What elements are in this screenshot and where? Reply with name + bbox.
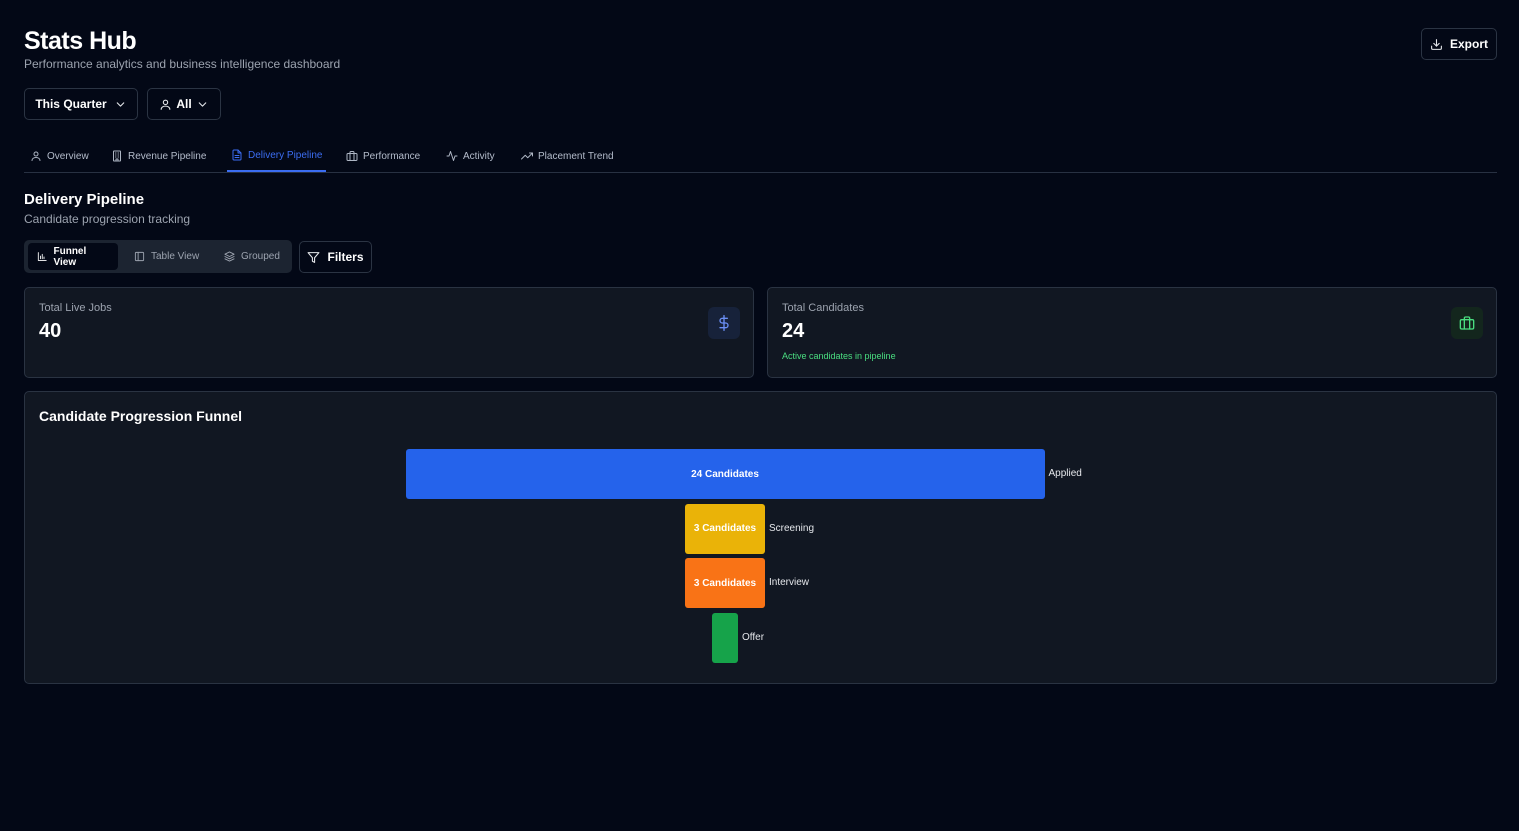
- owner-value: All: [176, 97, 192, 111]
- total-candidates-card: Total Candidates 24 Active candidates in…: [767, 287, 1497, 378]
- funnel-bar-label: 3 Candidates: [693, 523, 757, 534]
- stat-label: Total Live Jobs: [39, 302, 112, 314]
- funnel-bar-interview[interactable]: 3 Candidates: [685, 558, 765, 608]
- file-icon: [232, 149, 242, 161]
- briefcase-icon: [346, 151, 358, 161]
- section-title: Delivery Pipeline: [24, 191, 145, 208]
- tab-label: Activity: [463, 150, 495, 162]
- dollar-icon: [708, 307, 740, 339]
- funnel-bar-label: 3 Candidates: [693, 577, 757, 589]
- tab-placement-trend[interactable]: Placement Trend: [517, 140, 618, 172]
- chevron-down-icon: [116, 101, 124, 107]
- filters-button[interactable]: Filters: [299, 241, 372, 273]
- user-icon: [160, 99, 171, 110]
- funnel-bar-offer[interactable]: [712, 612, 738, 663]
- tab-label: Delivery Pipeline: [248, 149, 323, 161]
- tab-label: Performance: [363, 150, 421, 162]
- funnel-chart: 24 Candidates Applied 3 Candidates Screenin…: [25, 392, 1498, 685]
- table-view-label: Table View: [151, 251, 200, 262]
- bar-chart-icon: [37, 252, 47, 261]
- stat-value: 40: [39, 320, 62, 342]
- funnel-stage-name: Interview: [769, 577, 810, 588]
- total-live-jobs-card: Total Live Jobs 40: [24, 287, 754, 378]
- stat-label: Total Candidates: [782, 302, 864, 314]
- funnel-stage-name: Screening: [769, 522, 815, 534]
- tab-label: Placement Trend: [538, 150, 614, 162]
- grouped-view-button[interactable]: Grouped: [215, 243, 289, 270]
- funnel-bar-label: 24 Candidates: [691, 468, 759, 480]
- tab-delivery-pipeline[interactable]: Delivery Pipeline: [227, 140, 327, 172]
- funnel-stage-name: Applied: [1048, 468, 1082, 479]
- briefcase-icon: [1451, 307, 1483, 339]
- filters-label: Filters: [327, 250, 364, 264]
- stat-note: Active candidates in pipeline: [782, 351, 896, 361]
- page-title: Stats Hub: [24, 27, 137, 55]
- table-icon: [134, 251, 145, 262]
- funnel-stage-name: Offer: [742, 631, 765, 643]
- tab-activity[interactable]: Activity: [442, 140, 499, 172]
- stat-value: 24: [782, 320, 805, 342]
- tab-overview[interactable]: Overview: [26, 140, 93, 172]
- funnel-card: Candidate Progression Funnel 24 Candidat…: [24, 391, 1497, 684]
- building-icon: [113, 150, 121, 162]
- tab-bar: Overview Revenue Pipeline Delivery Pipel…: [24, 140, 1497, 173]
- export-button[interactable]: Export: [1421, 28, 1497, 60]
- funnel-view-label: Funnel View: [53, 245, 87, 268]
- download-icon: [1431, 38, 1442, 50]
- activity-icon: [446, 151, 458, 161]
- trending-up-icon: [521, 152, 533, 160]
- section-subtitle: Candidate progression tracking: [24, 212, 191, 226]
- period-select[interactable]: This Quarter: [24, 88, 138, 120]
- table-view-button[interactable]: Table View: [125, 243, 208, 270]
- funnel-bar-applied[interactable]: 24 Candidates: [405, 449, 1045, 499]
- stats-hub-page: Stats Hub Performance analytics and busi…: [0, 0, 1519, 831]
- layers-icon: [224, 251, 235, 262]
- export-label: Export: [1449, 37, 1488, 51]
- tab-revenue-pipeline[interactable]: Revenue Pipeline: [107, 140, 210, 172]
- tab-performance[interactable]: Performance: [342, 140, 424, 172]
- tab-label: Revenue Pipeline: [128, 150, 207, 162]
- view-toggle: Funnel View Table View Grouped: [24, 240, 292, 273]
- owner-select[interactable]: All: [147, 88, 221, 120]
- period-value: This Quarter: [35, 97, 107, 111]
- grouped-view-label: Grouped: [241, 251, 280, 262]
- filter-icon: [308, 251, 320, 263]
- tab-label: Overview: [47, 150, 89, 162]
- chevron-down-icon: [198, 101, 206, 107]
- funnel-bar-screening[interactable]: 3 Candidates: [685, 503, 765, 554]
- funnel-view-button[interactable]: Funnel View: [28, 243, 118, 270]
- page-subtitle: Performance analytics and business intel…: [24, 57, 341, 71]
- user-icon: [31, 151, 41, 161]
